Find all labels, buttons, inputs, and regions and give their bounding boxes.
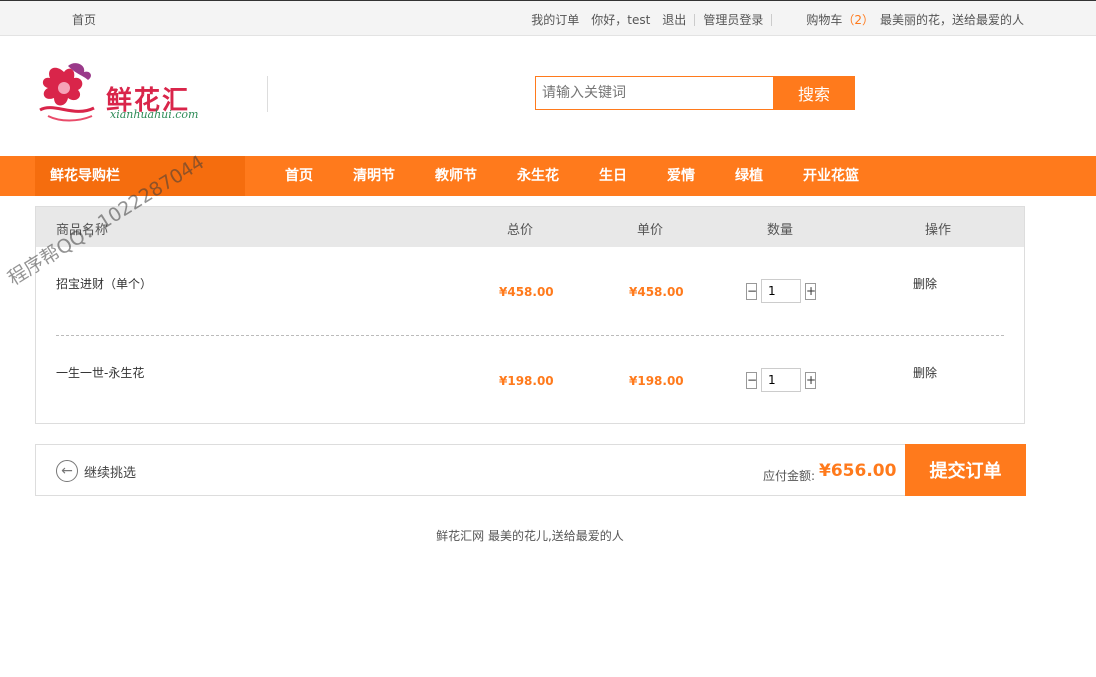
- decrease-button[interactable]: −: [746, 282, 757, 300]
- top-home-link[interactable]: 首页: [72, 11, 96, 28]
- header-unit-price: 单价: [637, 223, 664, 238]
- row-total-price: ¥458.00: [499, 285, 554, 299]
- row-unit-price: ¥198.00: [629, 374, 684, 388]
- cart-row: 一生一世-永生花 ¥198.00 ¥198.00 − + 删除: [36, 336, 1024, 424]
- quantity-stepper: − +: [746, 368, 816, 392]
- quantity-stepper: − +: [746, 279, 816, 303]
- row-total-price: ¥198.00: [499, 374, 554, 388]
- footer-text: 鲜花汇网 最美的花儿,送给最爱的人: [436, 529, 624, 543]
- increase-button[interactable]: +: [805, 371, 816, 389]
- nav-items: 首页 清明节 教师节 永生花 生日 爱情 绿植 开业花篮: [285, 156, 899, 196]
- nav-item-birthday[interactable]: 生日: [599, 156, 627, 196]
- cart-label: 购物车: [806, 13, 843, 27]
- increase-button[interactable]: +: [805, 282, 816, 300]
- product-name[interactable]: 招宝进财（单个）: [56, 275, 152, 292]
- nav-item-preserved-flowers[interactable]: 永生花: [517, 156, 559, 196]
- slogan-text: 最美丽的花，送给最爱的人: [879, 13, 1024, 27]
- greeting-text: 你好，test: [591, 13, 651, 27]
- cart-count: （2）: [842, 13, 874, 27]
- nav-item-opening-baskets[interactable]: 开业花篮: [803, 156, 859, 196]
- cart-table-header: 商品名称 总价 单价 数量 操作: [36, 207, 1024, 247]
- checkout-bar: ← 继续挑选 应付金额: ¥656.00 提交订单: [35, 444, 1026, 496]
- admin-login-link[interactable]: 管理员登录: [703, 11, 763, 28]
- header-action: 操作: [925, 223, 952, 238]
- separator: [694, 13, 696, 26]
- submit-order-button[interactable]: 提交订单: [905, 444, 1026, 496]
- main-nav: 鲜花导购栏 首页 清明节 教师节 永生花 生日 爱情 绿植 开业花篮: [0, 156, 1096, 196]
- nav-item-plants[interactable]: 绿植: [735, 156, 763, 196]
- continue-shopping-label: 继续挑选: [84, 465, 137, 481]
- site-logo[interactable]: 鲜花汇 xianhuahui.com: [34, 62, 270, 128]
- continue-shopping-link[interactable]: ← 继续挑选: [56, 460, 136, 482]
- quantity-input[interactable]: [761, 279, 801, 303]
- cart-row: 招宝进财（单个） ¥458.00 ¥458.00 − + 删除: [36, 247, 1024, 335]
- search-input[interactable]: [536, 77, 774, 109]
- quantity-input[interactable]: [761, 368, 801, 392]
- search-box: [535, 76, 775, 110]
- search-button[interactable]: 搜索: [773, 76, 855, 110]
- product-name[interactable]: 一生一世-永生花: [56, 364, 144, 381]
- delete-link[interactable]: 删除: [913, 275, 937, 292]
- nav-item-teachers-day[interactable]: 教师节: [435, 156, 477, 196]
- nav-item-qingming[interactable]: 清明节: [353, 156, 395, 196]
- logo-divider: [267, 76, 268, 112]
- decrease-button[interactable]: −: [746, 371, 757, 389]
- back-arrow-icon: ←: [56, 460, 78, 482]
- my-orders-link[interactable]: 我的订单: [531, 11, 579, 28]
- header-quantity: 数量: [767, 223, 794, 238]
- cart-link[interactable]: 购物车（2）: [806, 11, 874, 28]
- row-unit-price: ¥458.00: [629, 285, 684, 299]
- cart-table: 商品名称 总价 单价 数量 操作 招宝进财（单个） ¥458.00 ¥458.0…: [35, 206, 1025, 424]
- nav-item-home[interactable]: 首页: [285, 156, 313, 196]
- nav-item-love[interactable]: 爱情: [667, 156, 695, 196]
- top-bar-right: 我的订单 你好，test 退出 管理员登录 购物车（2） 最美丽的花，送给最爱的…: [519, 11, 1024, 28]
- separator: [771, 13, 773, 26]
- category-nav-title[interactable]: 鲜花导购栏: [35, 156, 245, 196]
- logout-link[interactable]: 退出: [662, 11, 686, 28]
- delete-link[interactable]: 删除: [913, 364, 937, 381]
- top-bar: 首页 我的订单 你好，test 退出 管理员登录 购物车（2） 最美丽的花，送给…: [0, 0, 1096, 36]
- header-name: 商品名称: [56, 223, 109, 238]
- logo-domain: xianhuahui.com: [110, 108, 199, 121]
- total-amount: ¥656.00: [819, 461, 897, 481]
- header-total: 总价: [507, 223, 534, 238]
- total-label: 应付金额:: [763, 469, 816, 483]
